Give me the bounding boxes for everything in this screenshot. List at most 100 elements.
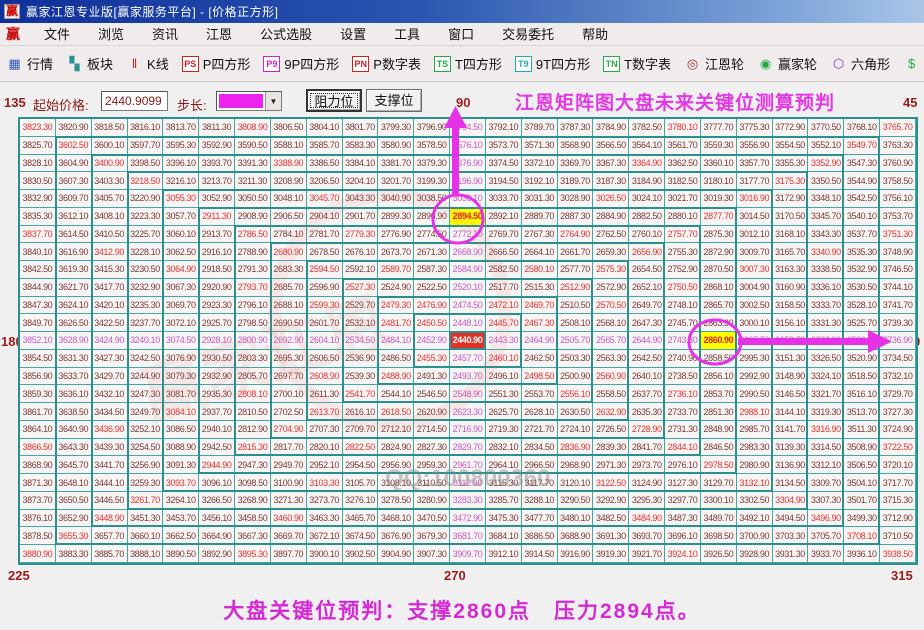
grid-cell[interactable]: 3295.30 xyxy=(629,491,666,510)
grid-cell[interactable]: 3811.30 xyxy=(199,119,236,137)
grid-cell-angle[interactable]: 3655.30 xyxy=(55,527,92,546)
grid-cell[interactable]: 3698.50 xyxy=(700,527,737,546)
grid-cell[interactable]: 2788.90 xyxy=(235,243,271,262)
grid-cell[interactable]: 2937.70 xyxy=(199,403,236,421)
grid-cell[interactable]: 3835.30 xyxy=(20,207,56,226)
grid-cell[interactable]: 3477.70 xyxy=(521,509,558,528)
grid-cell[interactable]: 2640.10 xyxy=(629,367,666,386)
grid-cell[interactable]: 2707.30 xyxy=(306,420,343,439)
menu-item-3[interactable]: 资讯 xyxy=(138,25,192,44)
grid-cell-angle[interactable]: 2750.50 xyxy=(665,278,701,297)
grid-cell[interactable]: 3408.10 xyxy=(91,207,128,226)
grid-cell[interactable]: 3890.50 xyxy=(163,545,200,563)
grid-cell[interactable]: 3518.50 xyxy=(844,367,881,386)
grid-cell[interactable]: 3554.50 xyxy=(772,136,809,155)
grid-cell[interactable]: 2606.50 xyxy=(306,349,343,368)
grid-cell[interactable]: 2673.70 xyxy=(378,243,415,262)
grid-cell[interactable]: 3165.70 xyxy=(772,243,809,262)
grid-cell[interactable]: 2671.30 xyxy=(414,243,451,262)
grid-cell[interactable]: 3542.50 xyxy=(844,190,881,208)
grid-cell[interactable]: 3057.70 xyxy=(163,207,200,226)
grid-cell-axis[interactable]: 2668.90 xyxy=(450,243,486,262)
grid-cell-angle[interactable]: 2479.30 xyxy=(378,296,415,315)
grid-cell[interactable]: 2738.50 xyxy=(665,367,701,386)
grid-cell-axis[interactable]: 2928.10 xyxy=(199,332,236,350)
grid-cell-angle[interactable]: 3448.90 xyxy=(91,509,128,528)
toolbar-button-行情[interactable]: ▦ 行情 xyxy=(6,54,53,73)
grid-cell[interactable]: 2966.50 xyxy=(521,456,558,475)
grid-cell[interactable]: 3734.50 xyxy=(880,349,916,368)
grid-cell[interactable]: 3854.50 xyxy=(20,349,56,368)
grid-cell[interactable]: 3432.10 xyxy=(91,385,128,404)
grid-cell-angle[interactable]: 3412.90 xyxy=(91,243,128,262)
grid-cell[interactable]: 3170.50 xyxy=(772,207,809,226)
grid-cell-axis[interactable]: 3523.30 xyxy=(844,332,881,350)
grid-cell[interactable]: 3520.90 xyxy=(844,349,881,368)
grid-cell[interactable]: 3679.30 xyxy=(414,527,451,546)
grid-cell[interactable]: 3232.90 xyxy=(127,278,164,297)
grid-cell[interactable]: 2796.10 xyxy=(235,296,271,315)
grid-cell[interactable]: 3936.10 xyxy=(844,545,881,563)
toolbar-button-9T四方形[interactable]: T9 9T四方形 xyxy=(514,54,590,73)
grid-cell[interactable]: 3902.50 xyxy=(342,545,379,563)
grid-cell-angle[interactable]: 2512.90 xyxy=(557,278,594,297)
grid-cell[interactable]: 3367.30 xyxy=(593,154,630,173)
grid-cell-axis[interactable]: 2584.90 xyxy=(450,261,486,279)
grid-cell[interactable]: 2875.30 xyxy=(700,225,737,244)
grid-cell[interactable]: 2601.70 xyxy=(306,314,343,333)
grid-cell-axis[interactable]: 3240.10 xyxy=(127,332,164,350)
grid-cell[interactable]: 3386.50 xyxy=(306,154,343,173)
grid-cell-axis[interactable]: 3112.90 xyxy=(450,474,486,492)
grid-cell[interactable]: 2517.70 xyxy=(485,278,522,297)
grid-cell[interactable]: 3235.30 xyxy=(127,296,164,315)
grid-cell-axis[interactable]: 3628.90 xyxy=(55,332,92,350)
grid-cell[interactable]: 3393.70 xyxy=(199,154,236,173)
grid-cell[interactable]: 3919.30 xyxy=(593,545,630,563)
grid-cell[interactable]: 2851.30 xyxy=(700,403,737,421)
grid-cell[interactable]: 2491.30 xyxy=(414,367,451,386)
grid-cell[interactable]: 3588.10 xyxy=(270,136,307,155)
grid-cell[interactable]: 3840.10 xyxy=(20,243,56,262)
grid-cell-axis[interactable]: 2716.90 xyxy=(450,420,486,439)
grid-cell[interactable]: 2935.30 xyxy=(199,385,236,404)
grid-cell-angle[interactable]: 3340.90 xyxy=(808,243,845,262)
grid-cell[interactable]: 3184.90 xyxy=(629,172,666,191)
grid-cell[interactable]: 3213.70 xyxy=(199,172,236,191)
grid-cell[interactable]: 2546.50 xyxy=(414,385,451,404)
grid-cell[interactable]: 3216.10 xyxy=(163,172,200,191)
grid-cell-angle[interactable]: 3602.50 xyxy=(55,136,92,155)
grid-cell-angle[interactable]: 3460.90 xyxy=(270,509,307,528)
grid-cell[interactable]: 3607.30 xyxy=(55,172,92,191)
grid-cell[interactable]: 3792.10 xyxy=(485,119,522,137)
grid-cell[interactable]: 3163.30 xyxy=(772,261,809,279)
grid-cell[interactable]: 2920.90 xyxy=(199,278,236,297)
grid-cell[interactable]: 2798.50 xyxy=(235,314,271,333)
grid-cell[interactable]: 2896.90 xyxy=(414,207,451,226)
grid-cell[interactable]: 3480.10 xyxy=(557,509,594,528)
grid-cell[interactable]: 3470.50 xyxy=(414,509,451,528)
grid-cell-angle[interactable]: 2476.90 xyxy=(414,296,451,315)
grid-cell[interactable]: 2769.70 xyxy=(485,225,522,244)
grid-cell[interactable]: 3511.30 xyxy=(844,420,881,439)
grid-cell[interactable]: 3544.90 xyxy=(844,172,881,191)
grid-cell-axis[interactable]: 3074.50 xyxy=(163,332,200,350)
menu-item-7[interactable]: 工具 xyxy=(380,25,434,44)
grid-cell[interactable]: 3302.50 xyxy=(736,491,773,510)
grid-cell[interactable]: 3561.70 xyxy=(665,136,701,155)
grid-cell[interactable]: 2892.10 xyxy=(485,207,522,226)
grid-cell[interactable]: 3804.10 xyxy=(306,119,343,137)
grid-cell[interactable]: 3876.10 xyxy=(20,509,56,528)
toolbar-button-六角形[interactable]: ⬡ 六角形 xyxy=(830,54,890,73)
grid-cell-angle[interactable]: 2570.50 xyxy=(593,296,630,315)
grid-cell[interactable]: 2932.90 xyxy=(199,367,236,386)
grid-cell[interactable]: 2678.50 xyxy=(306,243,343,262)
grid-cell[interactable]: 3648.10 xyxy=(55,474,92,492)
grid-cell-angle[interactable]: 3549.70 xyxy=(844,136,881,155)
grid-cell[interactable]: 2980.90 xyxy=(736,456,773,475)
toolbar-button-T四方形[interactable]: TS T四方形 xyxy=(433,54,502,73)
grid-cell[interactable]: 2820.10 xyxy=(306,438,343,457)
grid-cell[interactable]: 2791.30 xyxy=(235,261,271,279)
grid-cell[interactable]: 3590.50 xyxy=(235,136,271,155)
grid-cell[interactable]: 3242.50 xyxy=(127,349,164,368)
grid-cell-angle[interactable]: 2822.50 xyxy=(342,438,379,457)
